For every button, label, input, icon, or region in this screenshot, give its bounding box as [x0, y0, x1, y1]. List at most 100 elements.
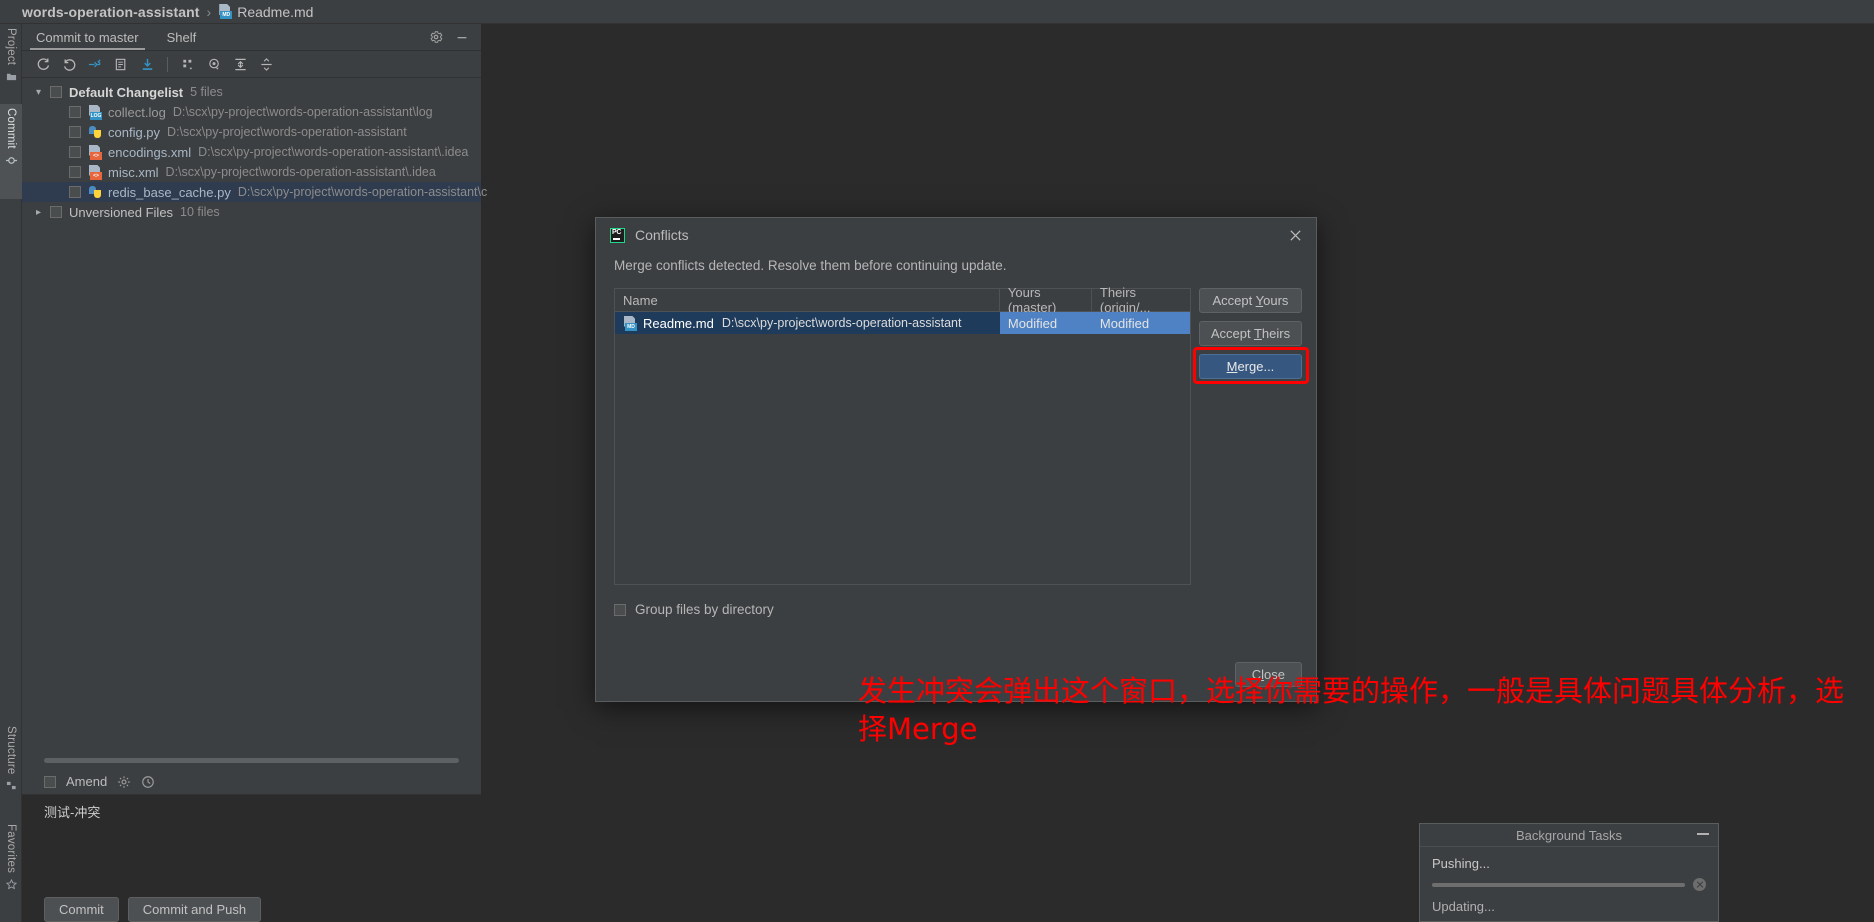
table-row[interactable]: config.py D:\scx\py-project\words-operat…	[22, 122, 481, 142]
commit-history-clock-icon[interactable]	[141, 775, 155, 789]
sidebar-item-label: Structure	[5, 726, 17, 775]
commit-and-push-button[interactable]: Commit and Push	[127, 897, 262, 922]
chevron-right-icon[interactable]: ▸	[36, 207, 50, 218]
tab-shelf[interactable]: Shelf	[153, 24, 211, 50]
changelist-count: 10 files	[180, 205, 220, 219]
changelist-group-default[interactable]: ▾ Default Changelist 5 files	[22, 82, 481, 102]
sidebar-item-structure[interactable]: Structure	[0, 722, 22, 804]
tab-label: Commit to master	[36, 29, 139, 45]
collapse-all-icon[interactable]	[253, 53, 279, 75]
file-checkbox[interactable]	[69, 106, 81, 118]
commit-diamond-icon	[5, 156, 17, 164]
breadcrumb: words-operation-assistant › MD Readme.md	[0, 0, 1874, 24]
conflicts-dialog: PC Conflicts Merge conflicts detected. R…	[595, 217, 1317, 702]
file-path: D:\scx\py-project\words-operation-assist…	[198, 145, 469, 159]
log-file-icon: LOG	[88, 104, 102, 120]
chevron-down-icon[interactable]: ▾	[36, 87, 50, 98]
column-header-name[interactable]: Name	[615, 289, 1000, 311]
minimize-icon[interactable]	[1697, 833, 1709, 835]
accept-yours-label: Accept Yours	[1212, 293, 1289, 308]
group-files-row: Group files by directory	[596, 585, 1316, 617]
minimize-icon[interactable]	[455, 30, 469, 44]
dialog-action-buttons: Accept Yours Accept Theirs Merge...	[1192, 288, 1309, 585]
changelist-group-unversioned[interactable]: ▸ Unversioned Files 10 files	[22, 202, 481, 222]
xml-file-icon: <>	[88, 144, 102, 160]
close-icon[interactable]	[1284, 224, 1306, 246]
sidebar-item-label: Project	[5, 28, 17, 66]
table-row[interactable]: redis_base_cache.py D:\scx\py-project\wo…	[22, 182, 487, 202]
rollback-icon[interactable]	[56, 53, 82, 75]
markdown-file-icon: MD	[218, 4, 233, 19]
conflicts-table: Name Yours (master) Theirs (origin/... M…	[614, 285, 1191, 585]
annotation-text: 发生冲突会弹出这个窗口，选择你需要的操作，一般是具体问题具体分析，选择Merge	[858, 674, 1845, 746]
breadcrumb-project[interactable]: words-operation-assistant	[22, 4, 200, 20]
accept-theirs-button[interactable]: Accept Theirs	[1198, 321, 1302, 346]
table-row[interactable]: MD Readme.md D:\scx\py-project\words-ope…	[615, 312, 1190, 334]
favorites-star-icon	[5, 879, 17, 890]
group-by-icon[interactable]	[175, 53, 201, 75]
amend-row: Amend	[22, 769, 481, 795]
commit-options-gear-icon[interactable]	[117, 775, 131, 789]
commit-and-push-button-label: Commit and Push	[142, 902, 247, 917]
file-name: config.py	[108, 124, 161, 140]
refresh-icon[interactable]	[30, 53, 56, 75]
tab-commit-to-master[interactable]: Commit to master	[22, 24, 153, 50]
changelist-name: Default Changelist	[69, 84, 184, 100]
pycharm-logo-icon: PC	[610, 227, 625, 243]
table-row[interactable]: <> misc.xml D:\scx\py-project\words-oper…	[22, 162, 481, 182]
sidebar-item-project[interactable]: Project	[0, 24, 22, 102]
commit-button[interactable]: Commit	[44, 897, 119, 922]
structure-icon	[6, 782, 16, 790]
dialog-title: Conflicts	[635, 227, 689, 243]
changelist-count: 5 files	[190, 85, 223, 99]
toolbar-divider	[167, 56, 168, 72]
file-checkbox[interactable]	[69, 186, 81, 198]
table-cell-yours: Modified	[999, 312, 1092, 334]
background-tasks-popup: Background Tasks Pushing... Updating...	[1419, 823, 1719, 922]
tool-window-strip: Project Commit Structure Favorites	[0, 24, 22, 922]
changelist-checkbox[interactable]	[50, 86, 62, 98]
accept-yours-button[interactable]: Accept Yours	[1198, 288, 1302, 313]
table-row[interactable]: <> encodings.xml D:\scx\py-project\words…	[22, 142, 481, 162]
file-path: D:\scx\py-project\words-operation-assist…	[165, 165, 436, 179]
commit-message-input[interactable]: 测试-冲突	[22, 795, 481, 887]
sidebar-item-favorites[interactable]: Favorites	[0, 820, 22, 908]
breadcrumb-separator: ›	[206, 3, 212, 20]
background-tasks-header: Background Tasks	[1420, 824, 1718, 847]
column-header-yours[interactable]: Yours (master)	[1000, 285, 1092, 315]
sidebar-item-commit[interactable]: Commit	[0, 104, 22, 199]
column-header-theirs[interactable]: Theirs (origin/...	[1092, 285, 1190, 315]
expand-all-icon[interactable]	[227, 53, 253, 75]
python-file-icon	[88, 125, 102, 139]
changelist-checkbox[interactable]	[50, 206, 62, 218]
amend-checkbox[interactable]	[44, 775, 56, 788]
move-to-changelist-icon[interactable]	[108, 53, 134, 75]
show-diff-icon[interactable]	[82, 53, 108, 75]
cancel-icon[interactable]	[1693, 878, 1706, 891]
merge-button[interactable]: Merge...	[1198, 354, 1302, 379]
preview-icon[interactable]	[201, 53, 227, 75]
file-checkbox[interactable]	[69, 166, 81, 178]
commit-message-scrollbar[interactable]	[44, 755, 459, 765]
amend-label: Amend	[66, 774, 108, 789]
file-checkbox[interactable]	[69, 146, 81, 158]
tab-label: Shelf	[166, 29, 197, 45]
get-from-vcs-icon[interactable]	[134, 53, 160, 75]
group-files-label: Group files by directory	[635, 602, 774, 617]
commit-button-label: Commit	[59, 902, 104, 917]
breadcrumb-file[interactable]: Readme.md	[237, 4, 313, 20]
file-checkbox[interactable]	[69, 126, 81, 138]
changes-tree: ▾ Default Changelist 5 files LOG collect…	[22, 78, 487, 222]
xml-file-icon: <>	[88, 164, 102, 180]
commit-tool-window: Commit to master Shelf ▾ Default Changel…	[22, 24, 487, 922]
commit-message-text: 测试-冲突	[44, 805, 101, 820]
file-name: redis_base_cache.py	[108, 184, 231, 200]
merge-label: Merge...	[1226, 359, 1275, 374]
table-row[interactable]: LOG collect.log D:\scx\py-project\words-…	[22, 102, 481, 122]
gear-icon[interactable]	[429, 30, 443, 44]
python-file-icon	[88, 185, 102, 199]
group-files-checkbox[interactable]	[614, 603, 626, 616]
task-label-pushing: Pushing...	[1432, 856, 1490, 871]
accept-theirs-label: Accept Theirs	[1210, 326, 1291, 341]
file-path: D:\scx\py-project\words-operation-assist…	[237, 185, 488, 199]
